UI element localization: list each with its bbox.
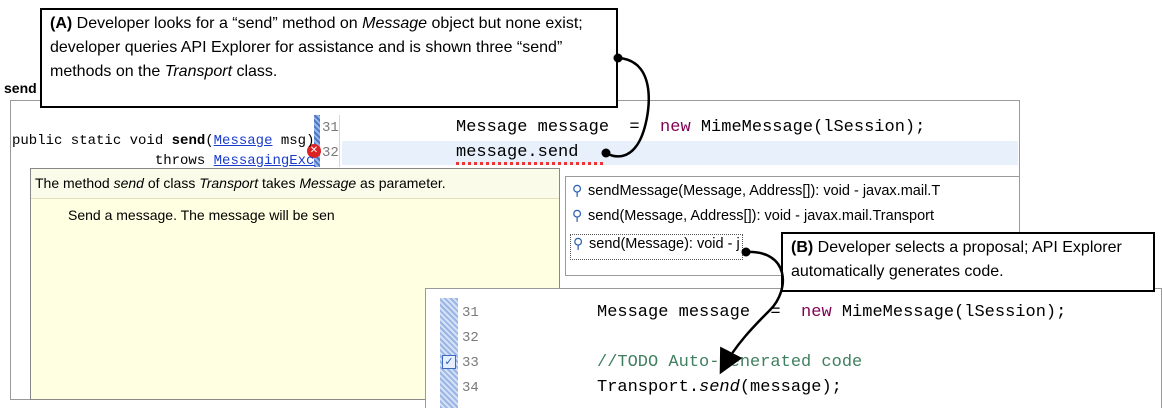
javadoc-summary: The method send of class Transport takes… <box>35 175 446 191</box>
summary-text: takes <box>258 175 300 191</box>
sig-method: send <box>171 133 206 149</box>
code-comment[interactable]: //TODO Auto-generated code <box>597 353 862 372</box>
code-text: MimeMessage(lSession); <box>690 118 926 137</box>
code-line-34[interactable]: Transport.send(message); <box>597 378 842 397</box>
messaging-exception-link[interactable]: MessagingExc <box>214 153 315 169</box>
callout-italic: Transport <box>164 63 233 80</box>
change-stripe <box>314 115 320 167</box>
callout-text: Developer looks for a “send” method on <box>72 15 363 32</box>
code-line-32[interactable]: message.send <box>456 143 578 162</box>
code-line-31[interactable]: Message message = new MimeMessage(lSessi… <box>456 118 925 137</box>
editor-gutter-bottom <box>440 298 458 408</box>
summary-text: as parameter. <box>356 175 446 191</box>
summary-param: Message <box>299 175 357 191</box>
line-number: 31 <box>322 120 339 136</box>
line-number: 33 <box>462 355 479 371</box>
code-text: Message message = <box>597 303 802 322</box>
proposal-label: send(Message): void - j <box>589 236 740 252</box>
code-text: (message); <box>739 378 842 397</box>
callout-label: (B) <box>791 239 814 256</box>
keyword-new: new <box>801 303 832 322</box>
current-line-highlight <box>342 141 1018 165</box>
proposal-item[interactable]: ⚲ sendMessage(Message, Address[]): void -… <box>572 183 940 209</box>
callout-b: (B) Developer selects a proposal; API Ex… <box>781 232 1155 292</box>
callout-text: Developer selects a proposal; API Explor… <box>791 239 1122 280</box>
checkbox-icon[interactable]: ✓ <box>442 355 456 369</box>
code-text: MimeMessage(lSession); <box>831 303 1067 322</box>
sig-text: throws <box>12 153 214 169</box>
line-number: 31 <box>462 305 479 321</box>
proposal-item[interactable]: ⚲ send(Message, Address[]): void - javax.… <box>572 208 934 234</box>
magnifier-icon: ⚲ <box>573 236 584 252</box>
callout-a: (A) Developer looks for a “send” method … <box>40 8 618 108</box>
method-throws: throws MessagingExc <box>12 153 315 169</box>
error-underline <box>456 162 606 165</box>
javadoc-title: send <box>4 80 37 96</box>
code-line-31[interactable]: Message message = new MimeMessage(lSessi… <box>597 303 1066 322</box>
magnifier-icon: ⚲ <box>572 208 583 224</box>
summary-text: The method <box>35 175 114 191</box>
code-text: Transport. <box>597 378 700 397</box>
message-type-link[interactable]: Message <box>214 133 273 149</box>
keyword-new: new <box>660 118 691 137</box>
line-number: 32 <box>322 145 339 161</box>
javadoc-description: Send a message. The message will be sen <box>68 207 335 223</box>
code-text: Message message = <box>456 118 661 137</box>
summary-method: send <box>113 175 144 191</box>
sig-text: ( <box>205 133 214 149</box>
callout-label: (A) <box>50 15 73 32</box>
proposal-item-selected[interactable]: ⚲ send(Message): void - j <box>570 234 743 260</box>
proposal-label: send(Message, Address[]): void - javax.m… <box>588 208 934 224</box>
proposal-label: sendMessage(Message, Address[]): void - … <box>588 183 941 199</box>
line-number: 32 <box>462 330 479 346</box>
summary-text: of class <box>143 175 200 191</box>
sig-text: public static void <box>12 133 172 149</box>
javadoc-header: The method send of class Transport takes… <box>31 169 559 199</box>
code-method: send <box>699 378 740 397</box>
line-number: 34 <box>462 380 479 396</box>
sig-text: msg) <box>272 133 315 149</box>
callout-italic: Message <box>362 15 428 32</box>
callout-text: class. <box>232 63 278 80</box>
summary-class: Transport <box>199 175 259 191</box>
magnifier-icon: ⚲ <box>572 183 583 199</box>
method-signature: public static void send(Message msg) <box>12 133 314 149</box>
